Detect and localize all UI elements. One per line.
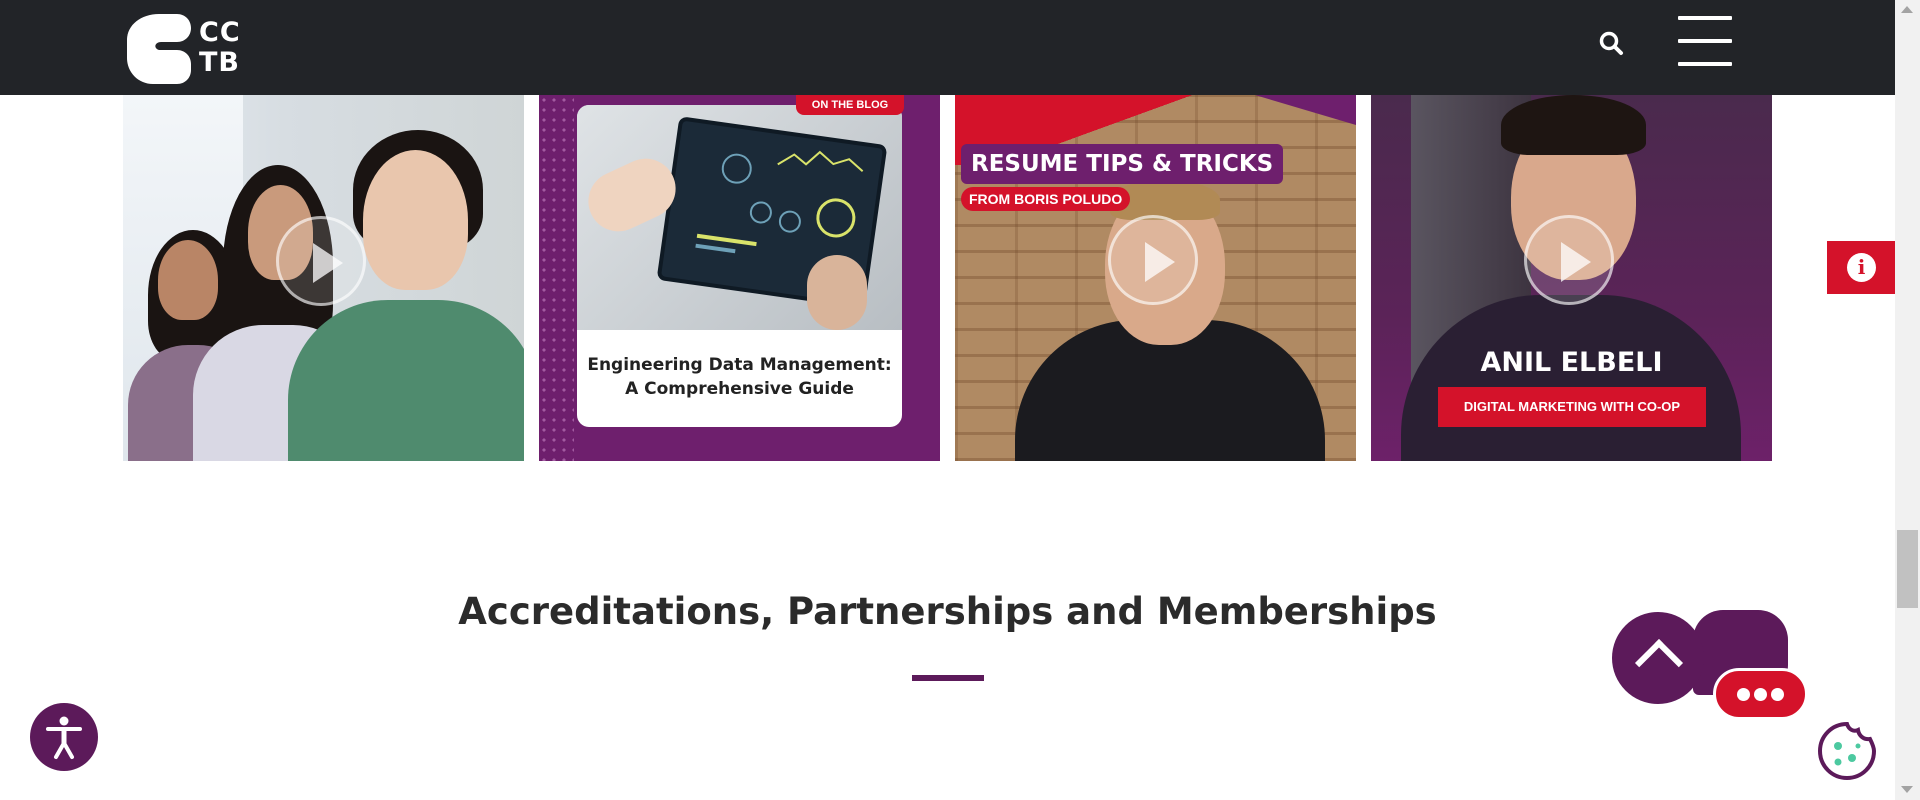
media-cards-row: Engineering Data Management: A Comprehen… xyxy=(123,95,1773,461)
accessibility-icon[interactable] xyxy=(30,703,98,771)
card-students-video[interactable] xyxy=(123,95,524,461)
speaker-name: ANIL ELBELI xyxy=(1480,347,1663,378)
card-blog-engineering[interactable]: Engineering Data Management: A Comprehen… xyxy=(539,95,940,461)
blog-title: Engineering Data Management: A Comprehen… xyxy=(587,355,892,399)
chevron-up-icon[interactable] xyxy=(1612,612,1704,704)
speaker-tag: DIGITAL MARKETING WITH CO-OP xyxy=(1438,387,1706,427)
info-icon: i xyxy=(1847,253,1876,282)
scroll-up-icon[interactable] xyxy=(1901,6,1913,13)
card-anil-elbeli-video[interactable]: ANIL ELBELI DIGITAL MARKETING WITH CO-OP xyxy=(1371,95,1772,461)
site-header: CC TB xyxy=(0,0,1895,95)
hamburger-menu-icon[interactable] xyxy=(1678,16,1732,66)
person-hair xyxy=(1501,95,1646,155)
page: CC TB Engineering Data Management: A Com… xyxy=(0,0,1920,800)
info-tab[interactable]: i xyxy=(1827,241,1895,294)
section-divider xyxy=(912,675,984,681)
logo-text: CC TB xyxy=(199,17,241,78)
cookie-icon[interactable] xyxy=(1816,720,1878,782)
card-resume-tips-video[interactable]: RESUME TIPS & TRICKS FROM BORIS POLUDO xyxy=(955,95,1356,461)
chat-icon[interactable] xyxy=(1713,668,1808,720)
hand-right xyxy=(807,255,867,330)
play-button-icon[interactable] xyxy=(276,216,366,306)
blog-panel: Engineering Data Management: A Comprehen… xyxy=(577,105,902,427)
scrollbar-thumb[interactable] xyxy=(1897,530,1918,608)
on-the-blog-badge: ON THE BLOG xyxy=(796,95,904,115)
logo-mark-icon xyxy=(127,14,191,84)
blog-image xyxy=(577,105,902,330)
section-title: Accreditations, Partnerships and Members… xyxy=(458,590,1437,633)
cctb-logo[interactable]: CC TB xyxy=(127,14,257,84)
resume-title: RESUME TIPS & TRICKS xyxy=(961,144,1284,184)
scroll-down-icon[interactable] xyxy=(1901,786,1913,793)
vertical-scrollbar[interactable] xyxy=(1895,0,1920,800)
resume-subtitle: FROM BORIS POLUDO xyxy=(961,187,1131,211)
search-icon[interactable] xyxy=(1598,30,1624,56)
dots-pattern xyxy=(539,95,574,461)
play-button-icon[interactable] xyxy=(1108,215,1198,305)
play-button-icon[interactable] xyxy=(1524,215,1614,305)
